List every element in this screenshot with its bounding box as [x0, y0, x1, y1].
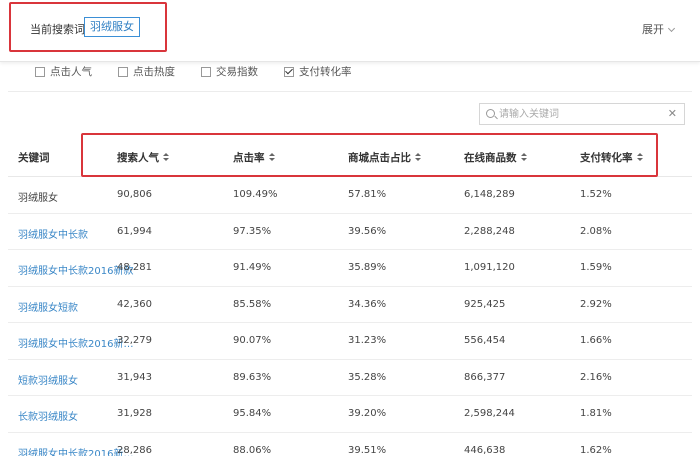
search-popularity-cell: 90,806: [117, 189, 152, 200]
expand-button[interactable]: 展开: [642, 21, 676, 37]
filter-click-popularity[interactable]: 点击人气: [35, 64, 92, 79]
pay-conversion-cell: 2.08%: [580, 225, 612, 237]
table-row: 羽绒服女中长款2016新… 28,286 88.06% 39.51% 446,6…: [8, 433, 692, 456]
chevron-down-icon: [667, 24, 676, 33]
search-popularity-cell: 32,279: [117, 335, 152, 346]
mall-click-share-cell: 34.36%: [348, 298, 387, 310]
table-row: 羽绒服女中长款 61,994 97.35% 39.56% 2,288,248 2…: [8, 214, 692, 250]
search-popularity-cell: 48,281: [117, 262, 152, 273]
click-rate-cell: 91.49%: [233, 262, 272, 273]
table-row: 羽绒服女中长款2016新… 32,279 90.07% 31.23% 556,4…: [8, 323, 692, 360]
click-rate-cell: 95.84%: [233, 408, 272, 419]
filter-pay-conversion[interactable]: 支付转化率: [284, 64, 352, 79]
keyword-link[interactable]: 羽绒服女中长款: [18, 226, 88, 241]
metric-filters: 点击人气 点击热度 交易指数 支付转化率: [0, 64, 700, 82]
click-rate-cell: 109.49%: [233, 189, 278, 200]
mall-click-share-cell: 35.28%: [348, 371, 387, 383]
keyword-link[interactable]: 羽绒服女短款: [18, 299, 78, 314]
search-popularity-cell: 61,994: [117, 225, 152, 237]
pay-conversion-cell: 1.81%: [580, 408, 612, 419]
mall-click-share-cell: 35.89%: [348, 262, 387, 273]
close-icon[interactable]: ✕: [668, 107, 677, 120]
pay-conversion-cell: 2.92%: [580, 298, 612, 310]
online-items-cell: 2,598,244: [464, 408, 515, 419]
online-items-cell: 2,288,248: [464, 225, 515, 237]
table-row: 短款羽绒服女 31,943 89.63% 35.28% 866,377 2.16…: [8, 360, 692, 396]
pay-conversion-cell: 1.52%: [580, 189, 612, 200]
online-items-cell: 866,377: [464, 371, 506, 383]
table-row: 羽绒服女中长款2016新款 48,281 91.49% 35.89% 1,091…: [8, 250, 692, 287]
click-rate-cell: 90.07%: [233, 335, 272, 346]
table-row: 羽绒服女 90,806 109.49% 57.81% 6,148,289 1.5…: [8, 177, 692, 214]
click-rate-cell: 89.63%: [233, 371, 272, 383]
click-rate-cell: 88.06%: [233, 444, 272, 456]
filter-label: 点击人气: [50, 66, 92, 78]
online-items-cell: 925,425: [464, 298, 506, 310]
mall-click-share-cell: 39.20%: [348, 408, 387, 419]
table-row: 羽绒服女短款 42,360 85.58% 34.36% 925,425 2.92…: [8, 287, 692, 323]
pay-conversion-cell: 1.59%: [580, 262, 612, 273]
filter-label: 支付转化率: [299, 66, 352, 78]
filter-trade-index[interactable]: 交易指数: [201, 64, 258, 79]
checkbox[interactable]: [35, 66, 45, 77]
checkbox[interactable]: [118, 66, 128, 77]
filter-label: 交易指数: [216, 66, 258, 78]
filter-click-heat[interactable]: 点击热度: [118, 64, 175, 79]
keyword-search-input[interactable]: [499, 106, 659, 122]
click-rate-cell: 97.35%: [233, 225, 272, 237]
search-popularity-cell: 28,286: [117, 444, 152, 456]
mall-click-share-cell: 39.56%: [348, 225, 387, 237]
checkbox[interactable]: [201, 66, 211, 77]
online-items-cell: 556,454: [464, 335, 506, 346]
keyword-link[interactable]: 短款羽绒服女: [18, 372, 78, 387]
search-popularity-cell: 31,928: [117, 408, 152, 419]
search-popularity-cell: 42,360: [117, 298, 152, 310]
column-header-keyword: 关键词: [18, 152, 50, 164]
search-icon: [486, 109, 495, 118]
pay-conversion-cell: 1.66%: [580, 335, 612, 346]
keyword-table: 关键词 搜索人气 点击率 商城点击占比 在线商品数 支付转化率 羽绒服女 90,…: [8, 137, 692, 456]
mall-click-share-cell: 57.81%: [348, 189, 387, 200]
divider: [8, 91, 692, 92]
filter-label: 点击热度: [133, 66, 175, 78]
keyword-search-box: ✕: [479, 103, 685, 125]
keyword-link[interactable]: 长款羽绒服女: [18, 408, 78, 423]
table-row: 长款羽绒服女 31,928 95.84% 39.20% 2,598,244 1.…: [8, 396, 692, 433]
pay-conversion-cell: 2.16%: [580, 371, 612, 383]
pay-conversion-cell: 1.62%: [580, 444, 612, 456]
search-popularity-cell: 31,943: [117, 371, 152, 383]
highlight-box-metric-columns: [81, 133, 658, 177]
mall-click-share-cell: 39.51%: [348, 444, 387, 456]
online-items-cell: 1,091,120: [464, 262, 515, 273]
keyword-cell: 羽绒服女: [18, 193, 58, 204]
click-rate-cell: 85.58%: [233, 298, 272, 310]
expand-label: 展开: [642, 23, 664, 36]
mall-click-share-cell: 31.23%: [348, 335, 387, 346]
online-items-cell: 446,638: [464, 444, 506, 456]
checkbox-checked[interactable]: [284, 66, 294, 77]
online-items-cell: 6,148,289: [464, 189, 515, 200]
highlight-box-search-term: [9, 2, 167, 52]
